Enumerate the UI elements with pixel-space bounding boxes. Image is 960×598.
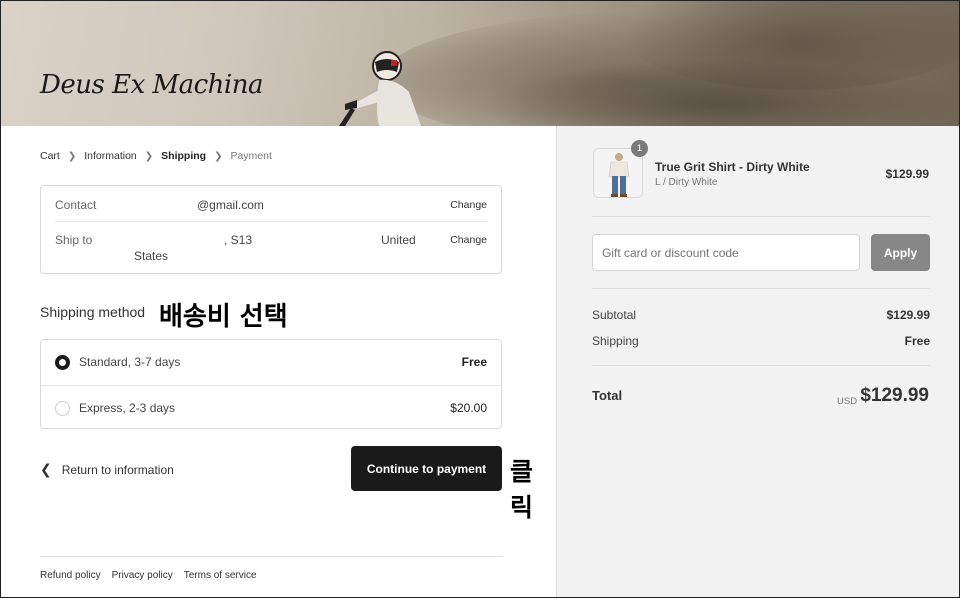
radio-unselected-icon[interactable] (55, 401, 70, 416)
brand-logo[interactable]: Deus Ex Machina (40, 70, 263, 100)
ship-to-label: Ship to (55, 233, 93, 247)
summary-divider (592, 288, 930, 289)
shipping-value: Free (904, 334, 930, 348)
summary-divider (592, 365, 930, 366)
total-value: $129.99 (860, 385, 929, 406)
contact-label: Contact (55, 198, 97, 212)
header-banner: Deus Ex Machina (0, 0, 960, 126)
chevron-right-icon: ❯ (67, 150, 77, 162)
product-variant: L / Dirty White (655, 177, 718, 188)
radio-selected-icon[interactable] (55, 355, 70, 370)
shipping-option-label: Express, 2-3 days (79, 401, 176, 415)
discount-code-input[interactable] (592, 234, 860, 271)
breadcrumb-cart[interactable]: Cart (40, 150, 60, 162)
return-to-information-link[interactable]: ❮ Return to information (40, 461, 174, 478)
chevron-right-icon: ❯ (144, 150, 154, 162)
return-label: Return to information (61, 462, 174, 477)
review-info-box: Contact @gmail.com Change Ship to , S13 … (40, 185, 502, 274)
chevron-left-icon: ❮ (40, 461, 52, 477)
shipping-row: Shipping Free (592, 334, 930, 348)
change-contact-link[interactable]: Change (450, 199, 487, 211)
shipping-option-price: Free (461, 355, 487, 369)
apply-discount-button[interactable]: Apply (871, 234, 930, 271)
change-address-link[interactable]: Change (450, 234, 487, 246)
total-label: Total (592, 388, 623, 403)
shipping-label: Shipping (592, 334, 639, 348)
contact-value: @gmail.com (197, 198, 264, 212)
annotation-click: 클릭 (510, 457, 534, 522)
breadcrumb-shipping: Shipping (161, 150, 207, 162)
continue-to-payment-button[interactable]: Continue to payment (351, 446, 502, 491)
breadcrumb-information[interactable]: Information (84, 150, 137, 162)
shipping-option-standard[interactable]: Standard, 3-7 days Free (41, 340, 501, 385)
chevron-right-icon: ❯ (214, 150, 223, 162)
product-price: $129.99 (885, 167, 929, 181)
annotation-select-shipping: 배송비 선택 (159, 302, 288, 332)
shipping-method-options: Standard, 3-7 days Free Express, 2-3 day… (40, 339, 502, 429)
terms-of-service-link[interactable]: Terms of service (184, 570, 257, 581)
shipping-option-express[interactable]: Express, 2-3 days $20.00 (41, 385, 501, 430)
shipping-method-title: Shipping method (40, 304, 146, 320)
motorcycle-rider-image (339, 51, 421, 126)
product-name: True Grit Shirt - Dirty White (655, 160, 810, 174)
footer-divider (40, 556, 502, 557)
quantity-badge: 1 (631, 140, 648, 157)
breadcrumb: Cart ❯ Information ❯ Shipping ❯ Payment (40, 150, 272, 162)
shipping-option-price: $20.00 (450, 401, 487, 415)
shipping-option-label: Standard, 3-7 days (79, 355, 181, 369)
ship-to-row: Ship to , S13 United States Change (55, 223, 487, 275)
subtotal-row: Subtotal $129.99 (592, 308, 930, 322)
ship-to-address: , S13 (224, 233, 253, 247)
subtotal-label: Subtotal (592, 308, 637, 322)
privacy-policy-link[interactable]: Privacy policy (112, 570, 173, 581)
refund-policy-link[interactable]: Refund policy (40, 570, 101, 581)
summary-divider (592, 216, 930, 217)
contact-row: Contact @gmail.com Change (55, 186, 487, 222)
breadcrumb-payment: Payment (230, 150, 272, 162)
ship-to-country-cont: States (134, 249, 169, 263)
order-summary: 1 True Grit Shirt - Dirty White L / Dirt… (556, 126, 960, 598)
ship-to-country: United (381, 233, 416, 247)
policy-footer: Refund policy Privacy policy Terms of se… (40, 570, 257, 581)
currency-code: USD (837, 396, 858, 407)
subtotal-value: $129.99 (886, 308, 930, 322)
